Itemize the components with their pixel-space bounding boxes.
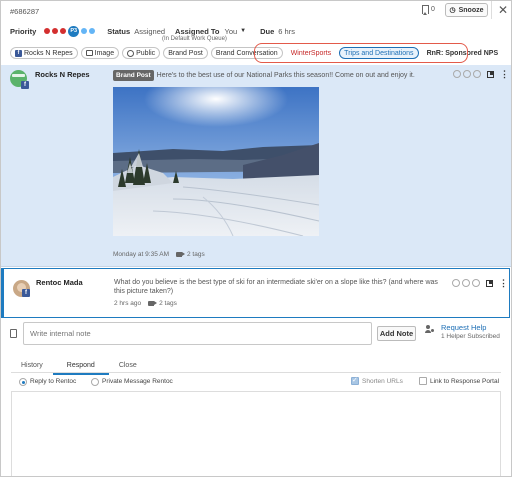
shorten-urls-label[interactable]: Shorten URLs bbox=[362, 378, 403, 385]
priority-label: Priority bbox=[10, 26, 37, 36]
clock-icon: ◷ bbox=[449, 7, 456, 14]
priority-dot[interactable] bbox=[89, 28, 96, 34]
tag-label: Brand Post bbox=[168, 49, 203, 57]
private-message-label[interactable]: Private Message Rentoc bbox=[102, 378, 173, 385]
post-meta: 2 hrs ago 2 tags bbox=[114, 300, 177, 307]
bookmark-icon bbox=[422, 5, 429, 15]
tag-image[interactable]: Image bbox=[80, 47, 120, 59]
post-tag-count[interactable]: 2 tags bbox=[187, 251, 205, 258]
snooze-label: Snooze bbox=[458, 6, 484, 14]
reaction-icon[interactable] bbox=[453, 70, 461, 78]
facebook-icon: f bbox=[15, 49, 22, 57]
post-body: Here's to the best use of our National P… bbox=[156, 72, 415, 79]
status-value[interactable]: Assigned bbox=[134, 27, 165, 36]
open-external-icon[interactable] bbox=[486, 279, 493, 287]
snooze-button[interactable]: ◷ Snooze bbox=[445, 3, 488, 17]
tag-brand-post[interactable]: Brand Post bbox=[163, 47, 208, 59]
helper-subscribed: 1 Helper Subscribed bbox=[441, 333, 500, 340]
assigned-queue: (In Default Work Queue) bbox=[162, 36, 227, 42]
reaction-icon[interactable] bbox=[473, 70, 481, 78]
assigned-value[interactable]: You bbox=[225, 27, 238, 36]
globe-icon bbox=[127, 49, 135, 57]
tag-public[interactable]: Public bbox=[122, 47, 161, 59]
post-tag-count[interactable]: 2 tags bbox=[159, 300, 177, 307]
post-photo[interactable] bbox=[113, 87, 319, 236]
more-options-icon[interactable]: ⋮ bbox=[499, 279, 508, 288]
ticket-id: #686287 bbox=[10, 7, 40, 16]
post-meta: Monday at 9:35 AM 2 tags bbox=[113, 251, 205, 258]
internal-note-input[interactable] bbox=[23, 322, 372, 345]
status-label: Status bbox=[107, 26, 131, 36]
note-icon bbox=[10, 329, 17, 338]
bookmark-button[interactable]: 0 bbox=[422, 5, 435, 15]
post-author[interactable]: Rocks N Repes bbox=[35, 70, 90, 79]
image-icon bbox=[85, 50, 93, 56]
post-text: Brand Post Here's to the best use of our … bbox=[113, 70, 448, 81]
internal-note-bar: Add Note Request Help 1 Helper Subscribe… bbox=[1, 319, 511, 349]
tag-icon bbox=[176, 252, 186, 257]
brand-post-badge: Brand Post bbox=[113, 70, 154, 81]
post-actions: ⋮ bbox=[452, 279, 508, 288]
link-portal-checkbox[interactable] bbox=[419, 377, 427, 385]
tag-label: Image bbox=[94, 49, 115, 57]
facebook-icon: f bbox=[21, 81, 29, 89]
post-author[interactable]: Rentoc Mada bbox=[36, 278, 83, 287]
people-icon bbox=[425, 325, 435, 334]
bookmark-count: 0 bbox=[431, 6, 435, 13]
open-external-icon[interactable] bbox=[487, 70, 494, 78]
reaction-icon[interactable] bbox=[462, 279, 470, 287]
priority-dot[interactable] bbox=[44, 28, 51, 34]
ticket-panel: #686287 0 ◷ Snooze ✕ Priority P3 Status … bbox=[0, 0, 512, 477]
tag-label: Public bbox=[136, 49, 156, 57]
reaction-icon[interactable] bbox=[472, 279, 480, 287]
priority-dot[interactable] bbox=[52, 28, 59, 34]
due-value: 6 hrs bbox=[278, 26, 295, 36]
shorten-urls-checkbox[interactable] bbox=[351, 376, 359, 385]
chevron-down-icon[interactable]: ▼ bbox=[240, 28, 246, 34]
priority-dot[interactable] bbox=[60, 28, 67, 34]
customer-post[interactable]: f Rentoc Mada What do you believe is the… bbox=[3, 268, 510, 318]
post-actions: ⋮ bbox=[453, 70, 509, 79]
post-time: 2 hrs ago bbox=[114, 300, 142, 307]
divider bbox=[491, 1, 492, 19]
add-note-button[interactable]: Add Note bbox=[377, 326, 416, 341]
priority-dot[interactable] bbox=[81, 28, 88, 34]
priority-badge[interactable]: P3 bbox=[68, 25, 80, 37]
link-portal-label[interactable]: Link to Response Portal bbox=[430, 378, 499, 385]
divider bbox=[11, 372, 501, 373]
assigned-label: Assigned To bbox=[175, 26, 220, 36]
tag-label: Rocks N Repes bbox=[24, 49, 73, 57]
tag-icon bbox=[148, 301, 158, 306]
more-options-icon[interactable]: ⋮ bbox=[500, 70, 509, 79]
tag-account[interactable]: f Rocks N Repes bbox=[10, 47, 78, 59]
private-message-radio[interactable] bbox=[91, 378, 99, 386]
reply-label[interactable]: Reply to Rentoc bbox=[30, 378, 76, 385]
due-label: Due bbox=[260, 26, 275, 36]
reaction-icon[interactable] bbox=[463, 70, 471, 78]
post-text: What do you believe is the best type of … bbox=[114, 279, 438, 295]
respond-options: Reply to Rentoc Private Message Rentoc S… bbox=[11, 376, 501, 390]
highlight-outline bbox=[254, 43, 468, 63]
close-button[interactable]: ✕ bbox=[498, 3, 508, 17]
ticket-properties: Priority P3 Status Assigned Assigned To … bbox=[10, 25, 295, 37]
reaction-icon[interactable] bbox=[452, 279, 460, 287]
request-help-link[interactable]: Request Help bbox=[441, 323, 486, 332]
post-time: Monday at 9:35 AM bbox=[113, 251, 170, 258]
brand-post[interactable]: f Rocks N Repes Brand Post Here's to the … bbox=[1, 65, 511, 267]
reply-textarea[interactable] bbox=[11, 391, 501, 476]
reply-radio[interactable] bbox=[19, 378, 27, 386]
facebook-icon: f bbox=[22, 289, 30, 297]
selected-indicator bbox=[1, 268, 4, 318]
ticket-header: #686287 0 ◷ Snooze ✕ Priority P3 Status … bbox=[1, 1, 511, 67]
